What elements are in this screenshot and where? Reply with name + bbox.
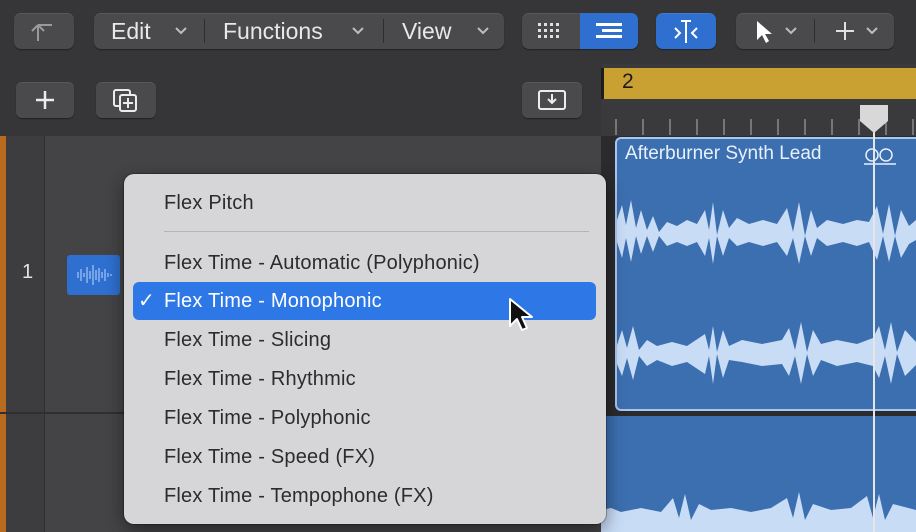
chevron-down-icon: [785, 27, 797, 35]
menu-item-flex-time-polyphonic[interactable]: Flex Time - Polyphonic: [164, 403, 371, 433]
view-menu-button[interactable]: View: [384, 13, 504, 49]
back-arrow-icon: [31, 24, 52, 41]
chevron-down-icon: [477, 27, 489, 35]
mouse-cursor-icon: [509, 298, 533, 331]
track-color-strip: [0, 136, 6, 532]
playhead-handle-icon[interactable]: [858, 103, 890, 135]
duplicate-icon: [113, 89, 137, 112]
grid-view-button[interactable]: [522, 13, 580, 49]
add-track-button[interactable]: [16, 82, 74, 118]
chevron-down-icon: [866, 27, 878, 35]
flex-icon: [674, 20, 698, 43]
edit-label: Edit: [111, 18, 151, 44]
menu-item-flex-time-speed[interactable]: Flex Time - Speed (FX): [164, 442, 375, 472]
grid-icon: [538, 23, 559, 38]
pointer-tool-button[interactable]: [736, 13, 814, 49]
cycle-area[interactable]: [601, 68, 916, 99]
loop-icon: [864, 148, 896, 165]
inbox-download-icon: [538, 90, 566, 110]
functions-label: Functions: [223, 18, 323, 44]
playhead[interactable]: [873, 108, 875, 532]
bar-number: 2: [622, 70, 634, 93]
region-title: Afterburner Synth Lead: [625, 143, 822, 164]
menu-item-flex-time-slicing[interactable]: Flex Time - Slicing: [164, 325, 331, 355]
bar-marker: [601, 68, 604, 99]
chevron-down-icon: [352, 27, 364, 35]
duplicate-track-button[interactable]: [96, 82, 156, 118]
edit-menu-button[interactable]: Edit: [94, 13, 204, 49]
menu-separator: [164, 231, 589, 232]
flex-mode-menu: Flex Pitch Flex Time - Automatic (Polyph…: [124, 174, 606, 524]
menu-item-flex-time-monophonic[interactable]: Flex Time - Monophonic: [164, 286, 382, 316]
tracks-header: [0, 64, 601, 136]
menu-item-flex-time-rhythmic[interactable]: Flex Time - Rhythmic: [164, 364, 356, 394]
view-mode-toggle: [522, 13, 638, 49]
view-label: View: [402, 18, 452, 44]
menu-button-group: Edit Functions View: [94, 13, 504, 49]
pointer-arrow-icon: [757, 21, 772, 43]
track-icon[interactable]: [67, 255, 120, 295]
waveform-icon: [77, 265, 112, 285]
crosshair-icon: [836, 22, 854, 40]
secondary-tool-button[interactable]: [815, 13, 894, 49]
checkmark-icon: ✓: [138, 290, 155, 312]
back-button[interactable]: [14, 13, 74, 49]
flex-mode-button[interactable]: [656, 13, 716, 49]
track-number: 1: [22, 261, 34, 283]
plus-icon: [36, 91, 54, 109]
menu-item-flex-time-tempophone[interactable]: Flex Time - Tempophone (FX): [164, 481, 434, 511]
audio-waveform: [617, 200, 916, 384]
list-view-button[interactable]: [580, 13, 638, 49]
audio-waveform-lower: [601, 492, 916, 532]
track-number-column: [0, 136, 45, 532]
catch-content-button[interactable]: [522, 82, 582, 118]
chevron-down-icon: [175, 27, 187, 35]
functions-menu-button[interactable]: Functions: [205, 13, 383, 49]
menu-item-flex-pitch[interactable]: Flex Pitch: [164, 188, 254, 218]
menu-item-flex-time-automatic[interactable]: Flex Time - Automatic (Polyphonic): [164, 248, 480, 278]
list-icon: [596, 23, 622, 38]
tool-menu-group: [736, 13, 894, 49]
